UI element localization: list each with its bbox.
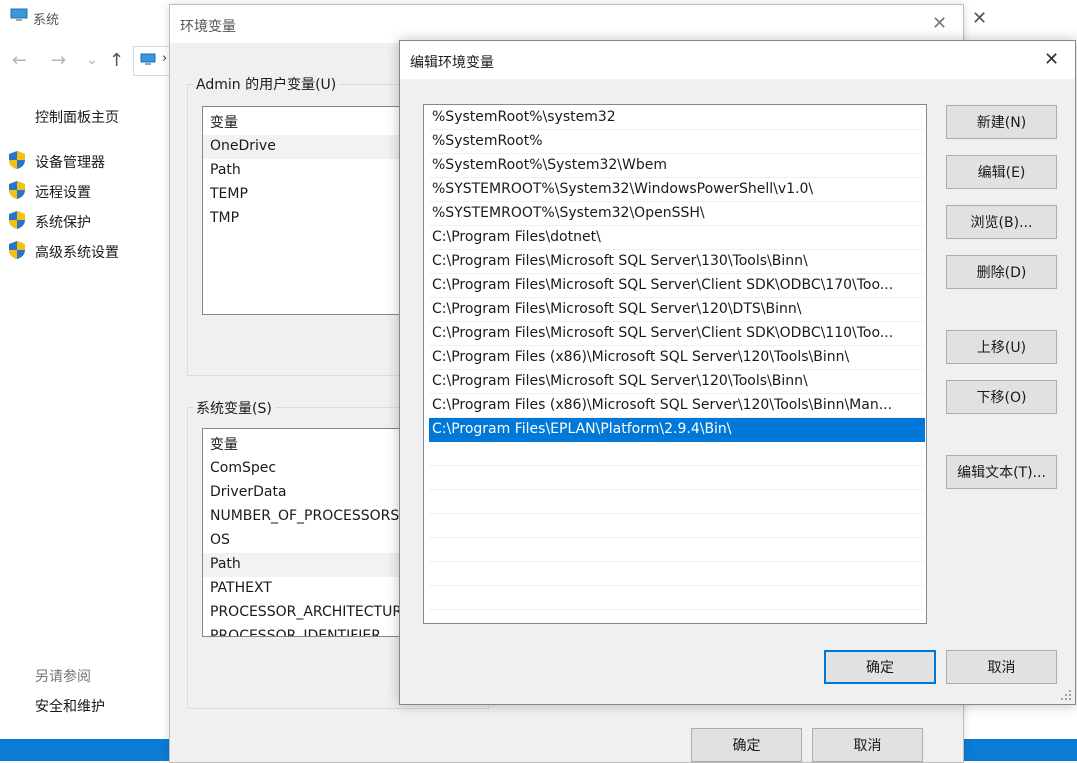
ok-button[interactable]: 确定	[824, 650, 936, 684]
device-manager-label: 设备管理器	[35, 155, 105, 171]
shield-icon	[9, 241, 25, 259]
list-item[interactable]: %SYSTEMROOT%\System32\OpenSSH\	[429, 202, 925, 226]
list-item[interactable]: C:\Program Files\dotnet\	[429, 226, 925, 250]
move-down-button[interactable]: 下移(O)	[946, 380, 1057, 414]
list-item[interactable]: C:\Program Files (x86)\Microsoft SQL Ser…	[429, 394, 925, 418]
edit-button[interactable]: 编辑(E)	[946, 155, 1057, 189]
advanced-system-settings-label: 高级系统设置	[35, 245, 119, 261]
security-maintenance-link[interactable]: 安全和维护	[35, 696, 105, 716]
list-item-selected[interactable]: C:\Program Files\EPLAN\Platform\2.9.4\Bi…	[429, 418, 925, 442]
move-up-button[interactable]: 上移(U)	[946, 330, 1057, 364]
empty-row[interactable]	[429, 466, 925, 490]
system-vars-label: 系统变量(S)	[193, 398, 275, 418]
env-cancel-button[interactable]: 取消	[812, 728, 923, 762]
up-icon[interactable]: ↑	[109, 50, 124, 71]
computer-icon	[140, 53, 156, 65]
list-item[interactable]: %SYSTEMROOT%\System32\WindowsPowerShell\…	[429, 178, 925, 202]
control-panel-home-link[interactable]: 控制面板主页	[35, 107, 119, 127]
list-item[interactable]: C:\Program Files\Microsoft SQL Server\Cl…	[429, 322, 925, 346]
new-button[interactable]: 新建(N)	[946, 105, 1057, 139]
edit-environment-variable-dialog: 编辑环境变量 ✕ %SystemRoot%\system32 %SystemRo…	[399, 40, 1076, 705]
shield-icon	[9, 211, 25, 229]
back-icon[interactable]: ←	[12, 50, 27, 71]
forward-icon[interactable]: →	[51, 50, 66, 71]
edit-text-button[interactable]: 编辑文本(T)...	[946, 455, 1057, 489]
empty-row[interactable]	[429, 490, 925, 514]
close-icon[interactable]: ✕	[932, 13, 947, 34]
address-bar[interactable]: ›	[133, 46, 174, 76]
env-dialog-title: 环境变量	[180, 19, 236, 35]
device-manager-link[interactable]: 设备管理器	[8, 150, 168, 172]
see-also-heading: 另请参阅	[35, 669, 91, 685]
system-titlebar: 系统	[0, 0, 170, 36]
empty-row[interactable]	[429, 562, 925, 586]
delete-button[interactable]: 删除(D)	[946, 255, 1057, 289]
advanced-system-settings-link[interactable]: 高级系统设置	[8, 240, 168, 262]
list-item[interactable]: C:\Program Files\Microsoft SQL Server\12…	[429, 370, 925, 394]
close-icon[interactable]: ✕	[1044, 49, 1059, 70]
env-ok-button[interactable]: 确定	[691, 728, 802, 762]
empty-row[interactable]	[429, 514, 925, 538]
shield-icon	[9, 181, 25, 199]
empty-row[interactable]	[429, 538, 925, 562]
edit-dialog-titlebar: 编辑环境变量 ✕	[400, 41, 1075, 79]
path-entries-list[interactable]: %SystemRoot%\system32 %SystemRoot% %Syst…	[423, 104, 927, 624]
list-item[interactable]: %SystemRoot%\system32	[429, 106, 925, 130]
empty-row[interactable]	[429, 586, 925, 610]
user-vars-label: Admin 的用户变量(U)	[193, 74, 340, 94]
taskbar-strip	[962, 739, 1077, 761]
remote-settings-link[interactable]: 远程设置	[8, 180, 168, 202]
close-icon[interactable]: ✕	[972, 8, 987, 29]
list-item[interactable]: C:\Program Files\Microsoft SQL Server\12…	[429, 298, 925, 322]
edit-dialog-title: 编辑环境变量	[410, 55, 494, 71]
env-dialog-titlebar: 环境变量 ✕	[170, 5, 963, 43]
recent-locations-icon[interactable]: ⌄	[86, 52, 98, 68]
system-protection-label: 系统保护	[35, 215, 91, 231]
chevron-right-icon: ›	[162, 51, 168, 66]
shield-icon	[9, 151, 25, 169]
list-item[interactable]: C:\Program Files (x86)\Microsoft SQL Ser…	[429, 346, 925, 370]
resize-grip-icon[interactable]	[1060, 689, 1072, 701]
list-item[interactable]: C:\Program Files\Microsoft SQL Server\13…	[429, 250, 925, 274]
taskbar-strip	[0, 739, 170, 761]
list-item[interactable]: %SystemRoot%\System32\Wbem	[429, 154, 925, 178]
remote-settings-label: 远程设置	[35, 185, 91, 201]
system-protection-link[interactable]: 系统保护	[8, 210, 168, 232]
browse-button[interactable]: 浏览(B)...	[946, 205, 1057, 239]
system-window-title: 系统	[33, 13, 60, 28]
list-item[interactable]: C:\Program Files\Microsoft SQL Server\Cl…	[429, 274, 925, 298]
list-item[interactable]: %SystemRoot%	[429, 130, 925, 154]
cancel-button[interactable]: 取消	[946, 650, 1057, 684]
empty-row[interactable]	[429, 442, 925, 466]
computer-icon	[10, 8, 28, 21]
